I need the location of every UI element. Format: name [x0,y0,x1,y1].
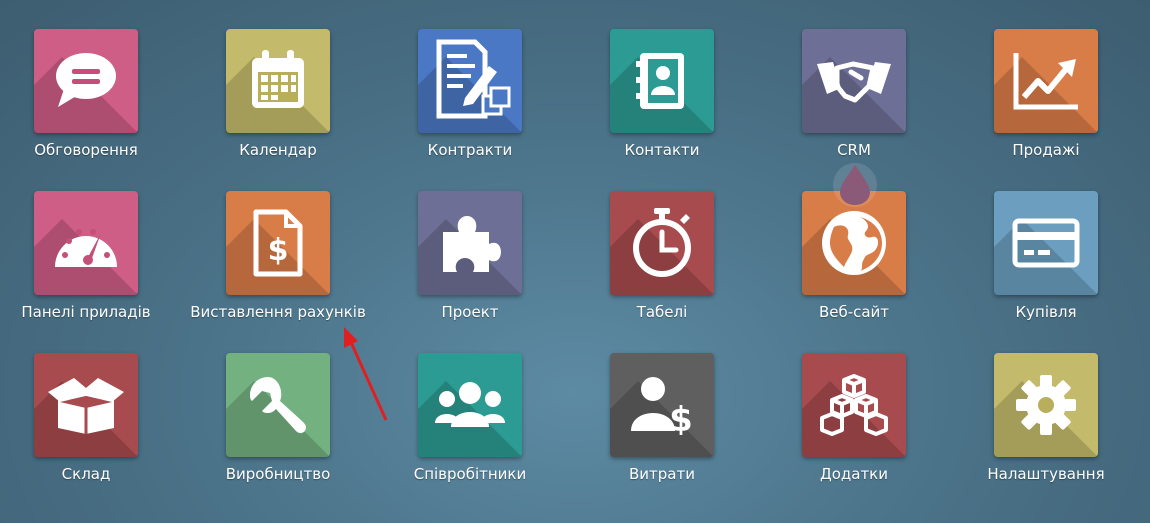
app-tile[interactable] [34,353,138,457]
app-website[interactable]: Веб-сайт [759,191,949,341]
app-label: Панелі приладів [21,303,151,321]
app-project[interactable]: Проект [375,191,565,341]
app-label: Налаштування [987,465,1105,483]
app-label: CRM [837,141,871,159]
app-purchase[interactable]: Купівля [951,191,1141,341]
app-grid: Обговорення Календар Контракти Контакти … [0,0,1150,523]
app-label: Додатки [819,465,888,483]
people-icon [435,382,505,427]
address-book-icon [636,53,684,109]
document-edit-icon [436,39,511,119]
app-tile[interactable] [802,191,906,295]
app-label: Табелі [636,303,688,321]
app-tile[interactable] [994,353,1098,457]
app-label: Контракти [427,141,513,159]
handshake-icon [817,61,891,103]
app-dashboards[interactable]: Панелі приладів [0,191,181,341]
app-tile[interactable] [226,353,330,457]
app-contracts[interactable]: Контракти [375,29,565,179]
app-manufacturing[interactable]: Виробництво [183,353,373,503]
app-expenses[interactable]: $ Витрати [567,353,757,503]
app-sales[interactable]: Продажі [951,29,1141,179]
app-tile[interactable] [994,29,1098,133]
app-tile[interactable] [226,29,330,133]
app-contacts[interactable]: Контакти [567,29,757,179]
wrench-icon [250,377,306,434]
credit-card-icon [1012,218,1080,268]
gauge-icon [55,229,117,267]
app-discuss[interactable]: Обговорення [0,29,181,179]
calendar-icon [252,50,304,108]
app-label: Обговорення [34,141,138,159]
cubes-icon [820,374,888,436]
app-label: Витрати [629,465,695,483]
app-tile[interactable]: $ [610,353,714,457]
app-calendar[interactable]: Календар [183,29,373,179]
app-label: Виробництво [225,465,331,483]
app-employees[interactable]: Співробітники [375,353,565,503]
app-label: Календар [239,141,317,159]
app-tile[interactable] [610,191,714,295]
stopwatch-icon [633,208,691,277]
app-tile[interactable] [34,29,138,133]
app-label: Співробітники [413,465,527,483]
svg-text:$: $ [268,233,289,268]
gear-icon [1016,375,1076,435]
app-label: Склад [61,465,111,483]
app-tile[interactable] [994,191,1098,295]
puzzle-icon [443,216,501,272]
app-apps[interactable]: Додатки [759,353,949,503]
app-invoicing[interactable]: $ Виставлення рахунків [183,191,373,341]
app-label: Купівля [1015,303,1077,321]
app-tile[interactable] [418,191,522,295]
chat-bubble-icon [56,53,116,107]
person-dollar-icon: $ [631,377,693,435]
app-label: Виставлення рахунків [190,303,366,321]
app-crm[interactable]: CRM [759,29,949,179]
chart-trend-icon [1013,53,1078,110]
globe-icon [822,211,886,275]
app-tile[interactable] [34,191,138,295]
app-tile[interactable]: $ [226,191,330,295]
app-tile[interactable] [610,29,714,133]
app-tile[interactable] [418,353,522,457]
app-inventory[interactable]: Склад [0,353,181,503]
app-label: Веб-сайт [818,303,890,321]
app-tile[interactable] [802,353,906,457]
app-tile[interactable] [418,29,522,133]
box-icon [48,378,124,434]
app-label: Продажі [1012,141,1080,159]
app-label: Контакти [624,141,700,159]
app-label: Проект [441,303,499,321]
svg-text:$: $ [669,400,693,435]
app-tile[interactable] [802,29,906,133]
app-settings[interactable]: Налаштування [951,353,1141,503]
app-timesheets[interactable]: Табелі [567,191,757,341]
invoice-dollar-icon: $ [253,209,303,277]
